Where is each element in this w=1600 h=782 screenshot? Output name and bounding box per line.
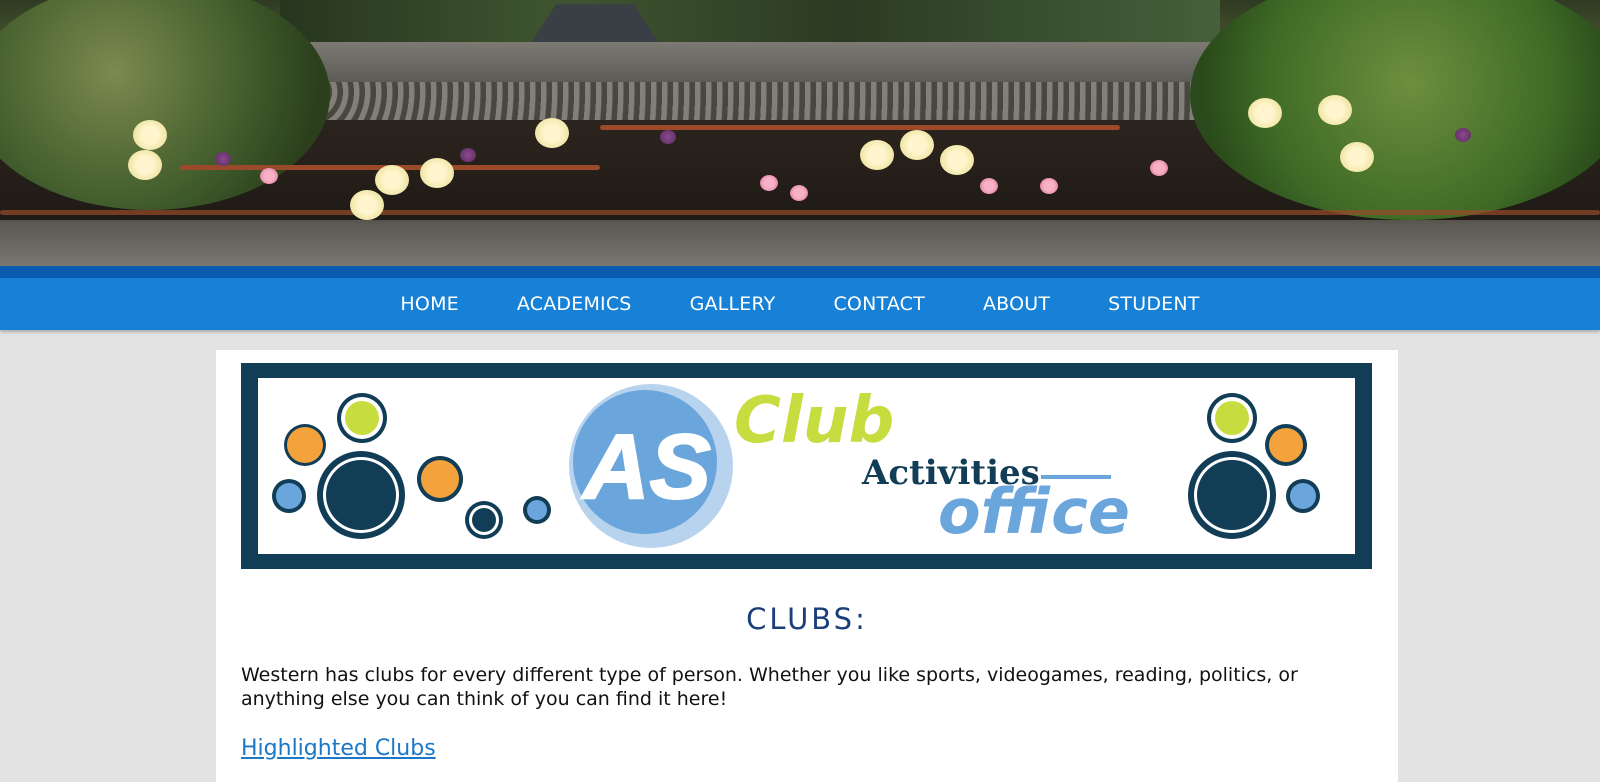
hero-flower (790, 185, 808, 201)
content-card: AS Club Activities office CLUBS: Western… (216, 350, 1398, 782)
hero-flower (660, 130, 676, 144)
main-nav: HOME ACADEMICS GALLERY CONTACT ABOUT STU… (0, 278, 1600, 330)
hero-flower (1455, 128, 1471, 142)
nav-academics[interactable]: ACADEMICS (488, 293, 661, 315)
hero-flower (535, 118, 569, 148)
left-circles (272, 393, 551, 539)
as-logo-letters: AS (581, 416, 711, 518)
nav-home[interactable]: HOME (371, 293, 487, 315)
nav-contact[interactable]: CONTACT (804, 293, 954, 315)
hero-flower (375, 165, 409, 195)
hero-flower (350, 190, 384, 220)
nav-top-strip (0, 266, 1600, 278)
hero-pebbles (300, 82, 1200, 120)
hero-flower (1340, 142, 1374, 172)
hero-flower (420, 158, 454, 188)
hero-flower (940, 145, 974, 175)
hero-flower (1040, 178, 1058, 194)
as-logo: AS (569, 384, 733, 548)
nav-student[interactable]: STUDENT (1079, 293, 1228, 315)
hero-flower (1318, 95, 1352, 125)
hero-stone-wall (280, 42, 1220, 82)
hero-flower (133, 120, 167, 150)
hero-flower (760, 175, 778, 191)
club-activities-banner: AS Club Activities office (241, 363, 1372, 569)
highlighted-clubs-link[interactable]: Highlighted Clubs (241, 736, 436, 761)
banner-inner: AS Club Activities office (258, 378, 1355, 554)
hero-trees (280, 0, 1220, 44)
hero-flower (260, 168, 278, 184)
hero-flower (215, 152, 231, 166)
hero-flower (980, 178, 998, 194)
hero-hose (0, 210, 1600, 215)
banner-graphic: AS Club Activities office (272, 384, 1320, 548)
intro-text: Western has clubs for every different ty… (241, 664, 1298, 710)
page-title: CLUBS: (746, 602, 868, 636)
nav-about[interactable]: ABOUT (954, 293, 1079, 315)
hero-flower (1150, 160, 1168, 176)
right-circles (1188, 393, 1320, 539)
hero-flower (1248, 98, 1282, 128)
hero-flower (128, 150, 162, 180)
hero-photo (0, 0, 1600, 266)
hero-flower (900, 130, 934, 160)
banner-word-club: Club (734, 384, 894, 458)
hero-flower (860, 140, 894, 170)
nav-gallery[interactable]: GALLERY (661, 293, 805, 315)
hero-flower (460, 148, 476, 162)
hero-hose (600, 125, 1120, 130)
banner-word-office: office (938, 475, 1130, 548)
